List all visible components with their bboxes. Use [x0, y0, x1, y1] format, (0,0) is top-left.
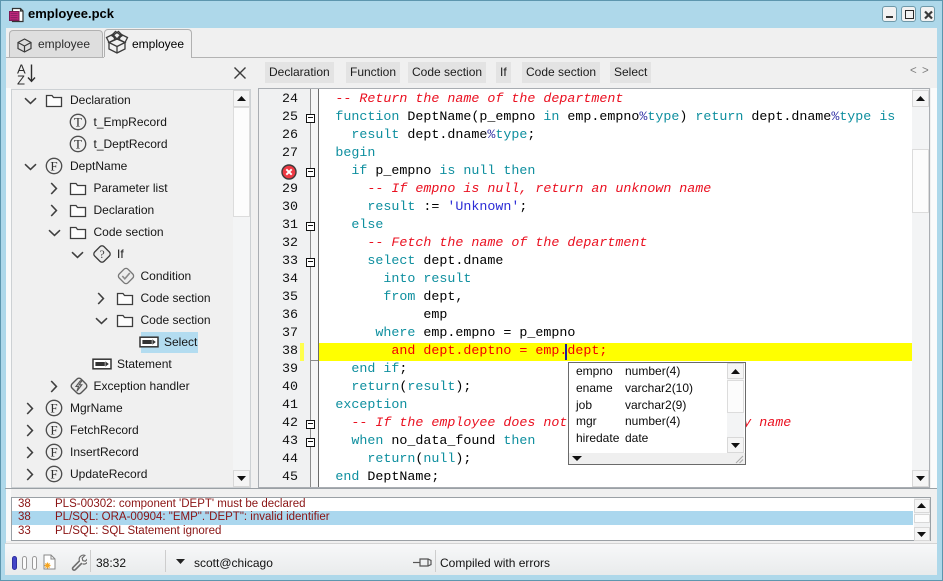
- svg-text:F: F: [50, 467, 57, 482]
- svg-text:Z: Z: [17, 73, 25, 87]
- svg-text:F: F: [50, 159, 57, 174]
- svg-text:?: ?: [99, 247, 104, 261]
- svg-text:T: T: [74, 115, 82, 130]
- svg-text:F: F: [50, 401, 57, 416]
- svg-text:T: T: [74, 137, 82, 152]
- svg-text:F: F: [50, 445, 57, 460]
- svg-text:F: F: [50, 423, 57, 438]
